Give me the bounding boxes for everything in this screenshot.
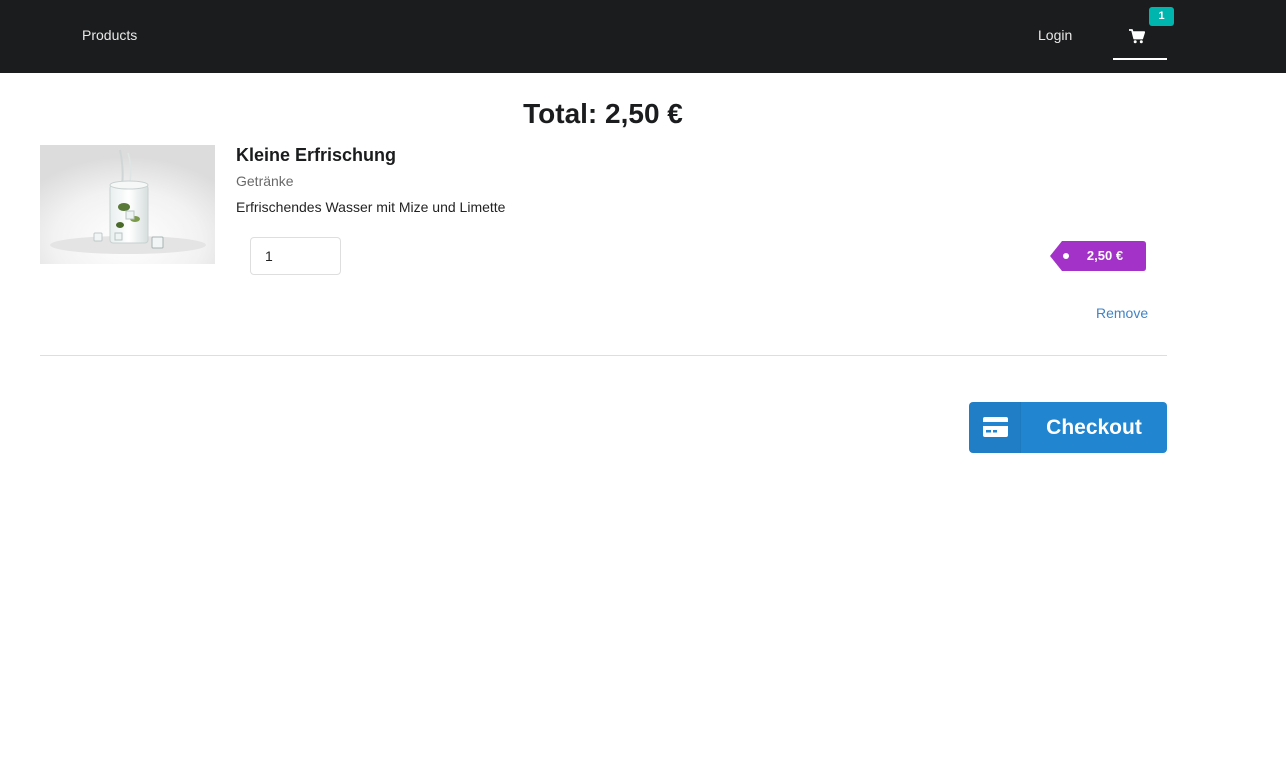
item-price: 2,50 € (1086, 248, 1124, 263)
item-description: Erfrischendes Wasser mit Mize und Limett… (236, 199, 506, 215)
top-navbar: Products Login 1 (0, 0, 1286, 73)
cart-count-badge: 1 (1149, 7, 1174, 26)
checkout-label: Checkout (1046, 416, 1142, 439)
item-divider (40, 355, 1167, 356)
product-image (40, 145, 215, 264)
nav-login-link[interactable]: Login (1038, 27, 1072, 43)
checkout-button[interactable]: Checkout (969, 402, 1167, 453)
item-name[interactable]: Kleine Erfrischung (236, 145, 396, 166)
remove-item-link[interactable]: Remove (1096, 305, 1148, 321)
shopping-cart-icon (1129, 29, 1145, 44)
quantity-input[interactable] (250, 237, 341, 275)
checkout-icon-box (969, 402, 1021, 453)
cart-total: Total: 2,50 € (523, 98, 683, 129)
credit-card-icon (983, 417, 1008, 437)
nav-products-link[interactable]: Products (82, 27, 137, 43)
item-category: Getränke (236, 173, 294, 189)
